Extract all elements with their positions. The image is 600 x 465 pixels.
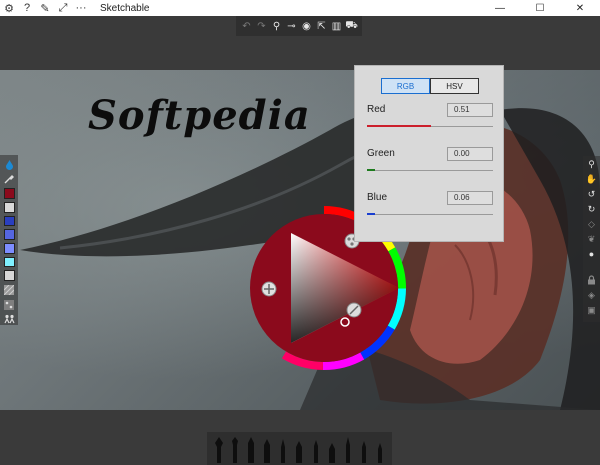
- texture-icon[interactable]: [3, 284, 15, 296]
- title-bar: ⚙ ? ✎ ⤢ ··· Sketchable — ☐ ✕: [0, 0, 600, 16]
- undo-icon[interactable]: ↶: [241, 19, 253, 33]
- rotate-ccw-icon[interactable]: ↺: [586, 188, 598, 200]
- right-toolbar: ⚲ ✋ ↺ ↻ ◇ ❦ ● ◈ ▣: [583, 156, 600, 322]
- separator: [586, 263, 598, 271]
- swatch-6[interactable]: [3, 256, 15, 268]
- settings-icon[interactable]: ⚙: [0, 0, 18, 16]
- brush-1[interactable]: [212, 435, 226, 463]
- brush-5[interactable]: [276, 435, 290, 463]
- green-slider[interactable]: [367, 169, 493, 171]
- pattern-icon[interactable]: [3, 299, 15, 311]
- watermark-text: Softpedia: [88, 92, 311, 139]
- brush-11[interactable]: [373, 435, 387, 463]
- circle-icon[interactable]: ●: [586, 248, 598, 260]
- ruler-icon[interactable]: ⊸: [286, 19, 298, 33]
- brush-2[interactable]: [228, 435, 242, 463]
- box-icon[interactable]: ▣: [586, 304, 598, 316]
- eye-icon[interactable]: ◉: [301, 19, 313, 33]
- close-button[interactable]: ✕: [560, 0, 600, 16]
- color-mode-tabs: RGB HSV: [381, 78, 479, 94]
- red-label: Red: [367, 104, 386, 115]
- swatch-4[interactable]: [3, 229, 15, 241]
- layers-icon[interactable]: ◈: [586, 289, 598, 301]
- swatch-3[interactable]: [3, 215, 15, 227]
- swatch-2[interactable]: [3, 201, 15, 213]
- book-icon[interactable]: ▥: [331, 19, 343, 33]
- red-slider[interactable]: [367, 125, 493, 127]
- swatch-5[interactable]: [3, 243, 15, 254]
- export-icon[interactable]: ⇱: [316, 19, 328, 33]
- brush-9[interactable]: [341, 435, 355, 463]
- brush-10[interactable]: [357, 435, 371, 463]
- blue-label: Blue: [367, 192, 388, 203]
- drawing-canvas[interactable]: Softpedia: [0, 70, 600, 410]
- window-controls: — ☐ ✕: [480, 0, 600, 16]
- color-panel: RGB HSV Red 0.51 Green 0.00 Blue 0.06: [354, 65, 504, 242]
- expand-icon[interactable]: ⤢: [54, 0, 72, 16]
- tab-hsv[interactable]: HSV: [430, 78, 479, 94]
- eyedropper-icon[interactable]: [3, 174, 15, 186]
- butterfly-icon[interactable]: ❦: [586, 233, 598, 245]
- lock-icon[interactable]: [586, 274, 598, 286]
- green-label: Green: [367, 148, 395, 159]
- blue-slider-fill: [367, 213, 375, 215]
- people-icon[interactable]: [3, 313, 15, 325]
- swatch-7[interactable]: [3, 270, 15, 282]
- blue-value-field[interactable]: 0.06: [447, 191, 493, 205]
- redo-icon[interactable]: ↷: [256, 19, 268, 33]
- red-slider-fill: [367, 125, 432, 127]
- brush-8[interactable]: [325, 435, 339, 463]
- app-window: ⚙ ? ✎ ⤢ ··· Sketchable — ☐ ✕ ↶ ↷ ⚲ ⊸ ◉ ⇱…: [0, 0, 600, 465]
- brush-toolbar: [207, 432, 392, 465]
- green-value-field[interactable]: 0.00: [447, 147, 493, 161]
- cart-icon[interactable]: ⛟: [345, 19, 358, 33]
- green-slider-fill: [367, 169, 375, 171]
- zoom-icon[interactable]: ⚲: [586, 158, 598, 170]
- window-title: Sketchable: [100, 2, 150, 14]
- color-drop-icon[interactable]: [3, 159, 15, 171]
- more-icon[interactable]: ···: [72, 0, 90, 16]
- left-toolbar: [0, 155, 18, 325]
- blue-slider[interactable]: [367, 213, 493, 215]
- maximize-button[interactable]: ☐: [520, 0, 560, 16]
- tag-icon[interactable]: ◇: [586, 218, 598, 230]
- brush-7[interactable]: [309, 435, 323, 463]
- top-toolbar: ↶ ↷ ⚲ ⊸ ◉ ⇱ ▥ ⛟: [236, 16, 362, 36]
- hand-icon[interactable]: ✋: [586, 173, 598, 185]
- minimize-button[interactable]: —: [480, 0, 520, 16]
- brush-3[interactable]: [244, 435, 258, 463]
- brush-6[interactable]: [292, 435, 306, 463]
- rotate-cw-icon[interactable]: ↻: [586, 203, 598, 215]
- brush-4[interactable]: [260, 435, 274, 463]
- red-value-field[interactable]: 0.51: [447, 103, 493, 117]
- dropper-icon[interactable]: ⚲: [271, 19, 283, 33]
- tab-rgb[interactable]: RGB: [381, 78, 430, 94]
- help-icon[interactable]: ?: [18, 0, 36, 16]
- swatch-1[interactable]: [3, 188, 15, 199]
- tools-icon[interactable]: ✎: [36, 0, 54, 16]
